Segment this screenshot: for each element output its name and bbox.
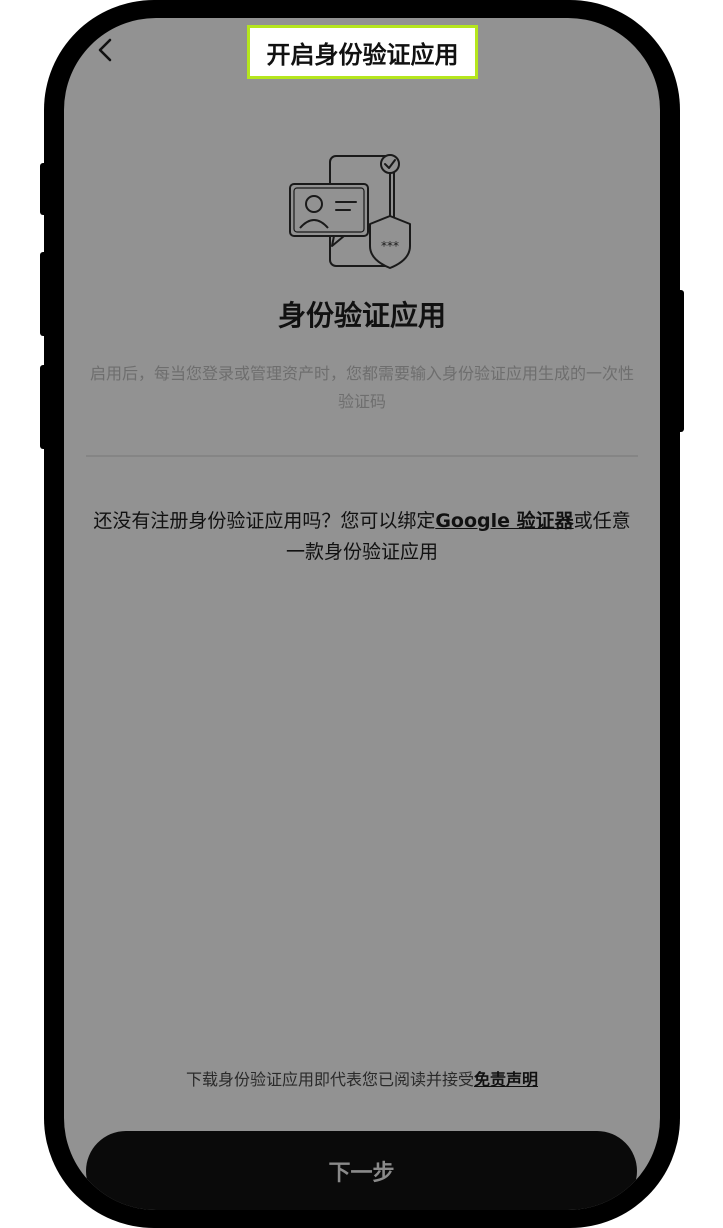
description-text: 启用后，每当您登录或管理资产时，您都需要输入身份验证应用生成的一次性验证码 [89, 364, 634, 411]
next-button[interactable]: 下一步 [86, 1131, 637, 1210]
section-heading: 身份验证应用 [277, 299, 446, 332]
disclaimer-note: 下载身份验证应用即代表您已阅读并接受免责声明 [64, 1066, 660, 1090]
disclaimer-link[interactable]: 免责声明 [474, 1070, 538, 1089]
svg-text:***: *** [381, 239, 399, 253]
page-title: 开启身份验证应用 [247, 25, 478, 79]
authenticator-illustration-icon: *** [286, 150, 416, 270]
hint-text: 还没有注册身份验证应用吗？您可以绑定Google 验证器或任意一款身份验证应用 [86, 506, 638, 568]
back-button[interactable] [88, 32, 124, 68]
chevron-left-icon [98, 38, 112, 62]
hint-prefix: 还没有注册身份验证应用吗？您可以绑定 [93, 510, 436, 532]
screen: 开启身份验证应用 *** 身份验证应用 启用后，每当您登录或管理资产时，您都需要… [64, 18, 660, 1210]
google-authenticator-link[interactable]: Google 验证器 [435, 510, 573, 532]
disclaimer-prefix: 下载身份验证应用即代表您已阅读并接受 [185, 1070, 474, 1089]
divider [86, 455, 638, 457]
